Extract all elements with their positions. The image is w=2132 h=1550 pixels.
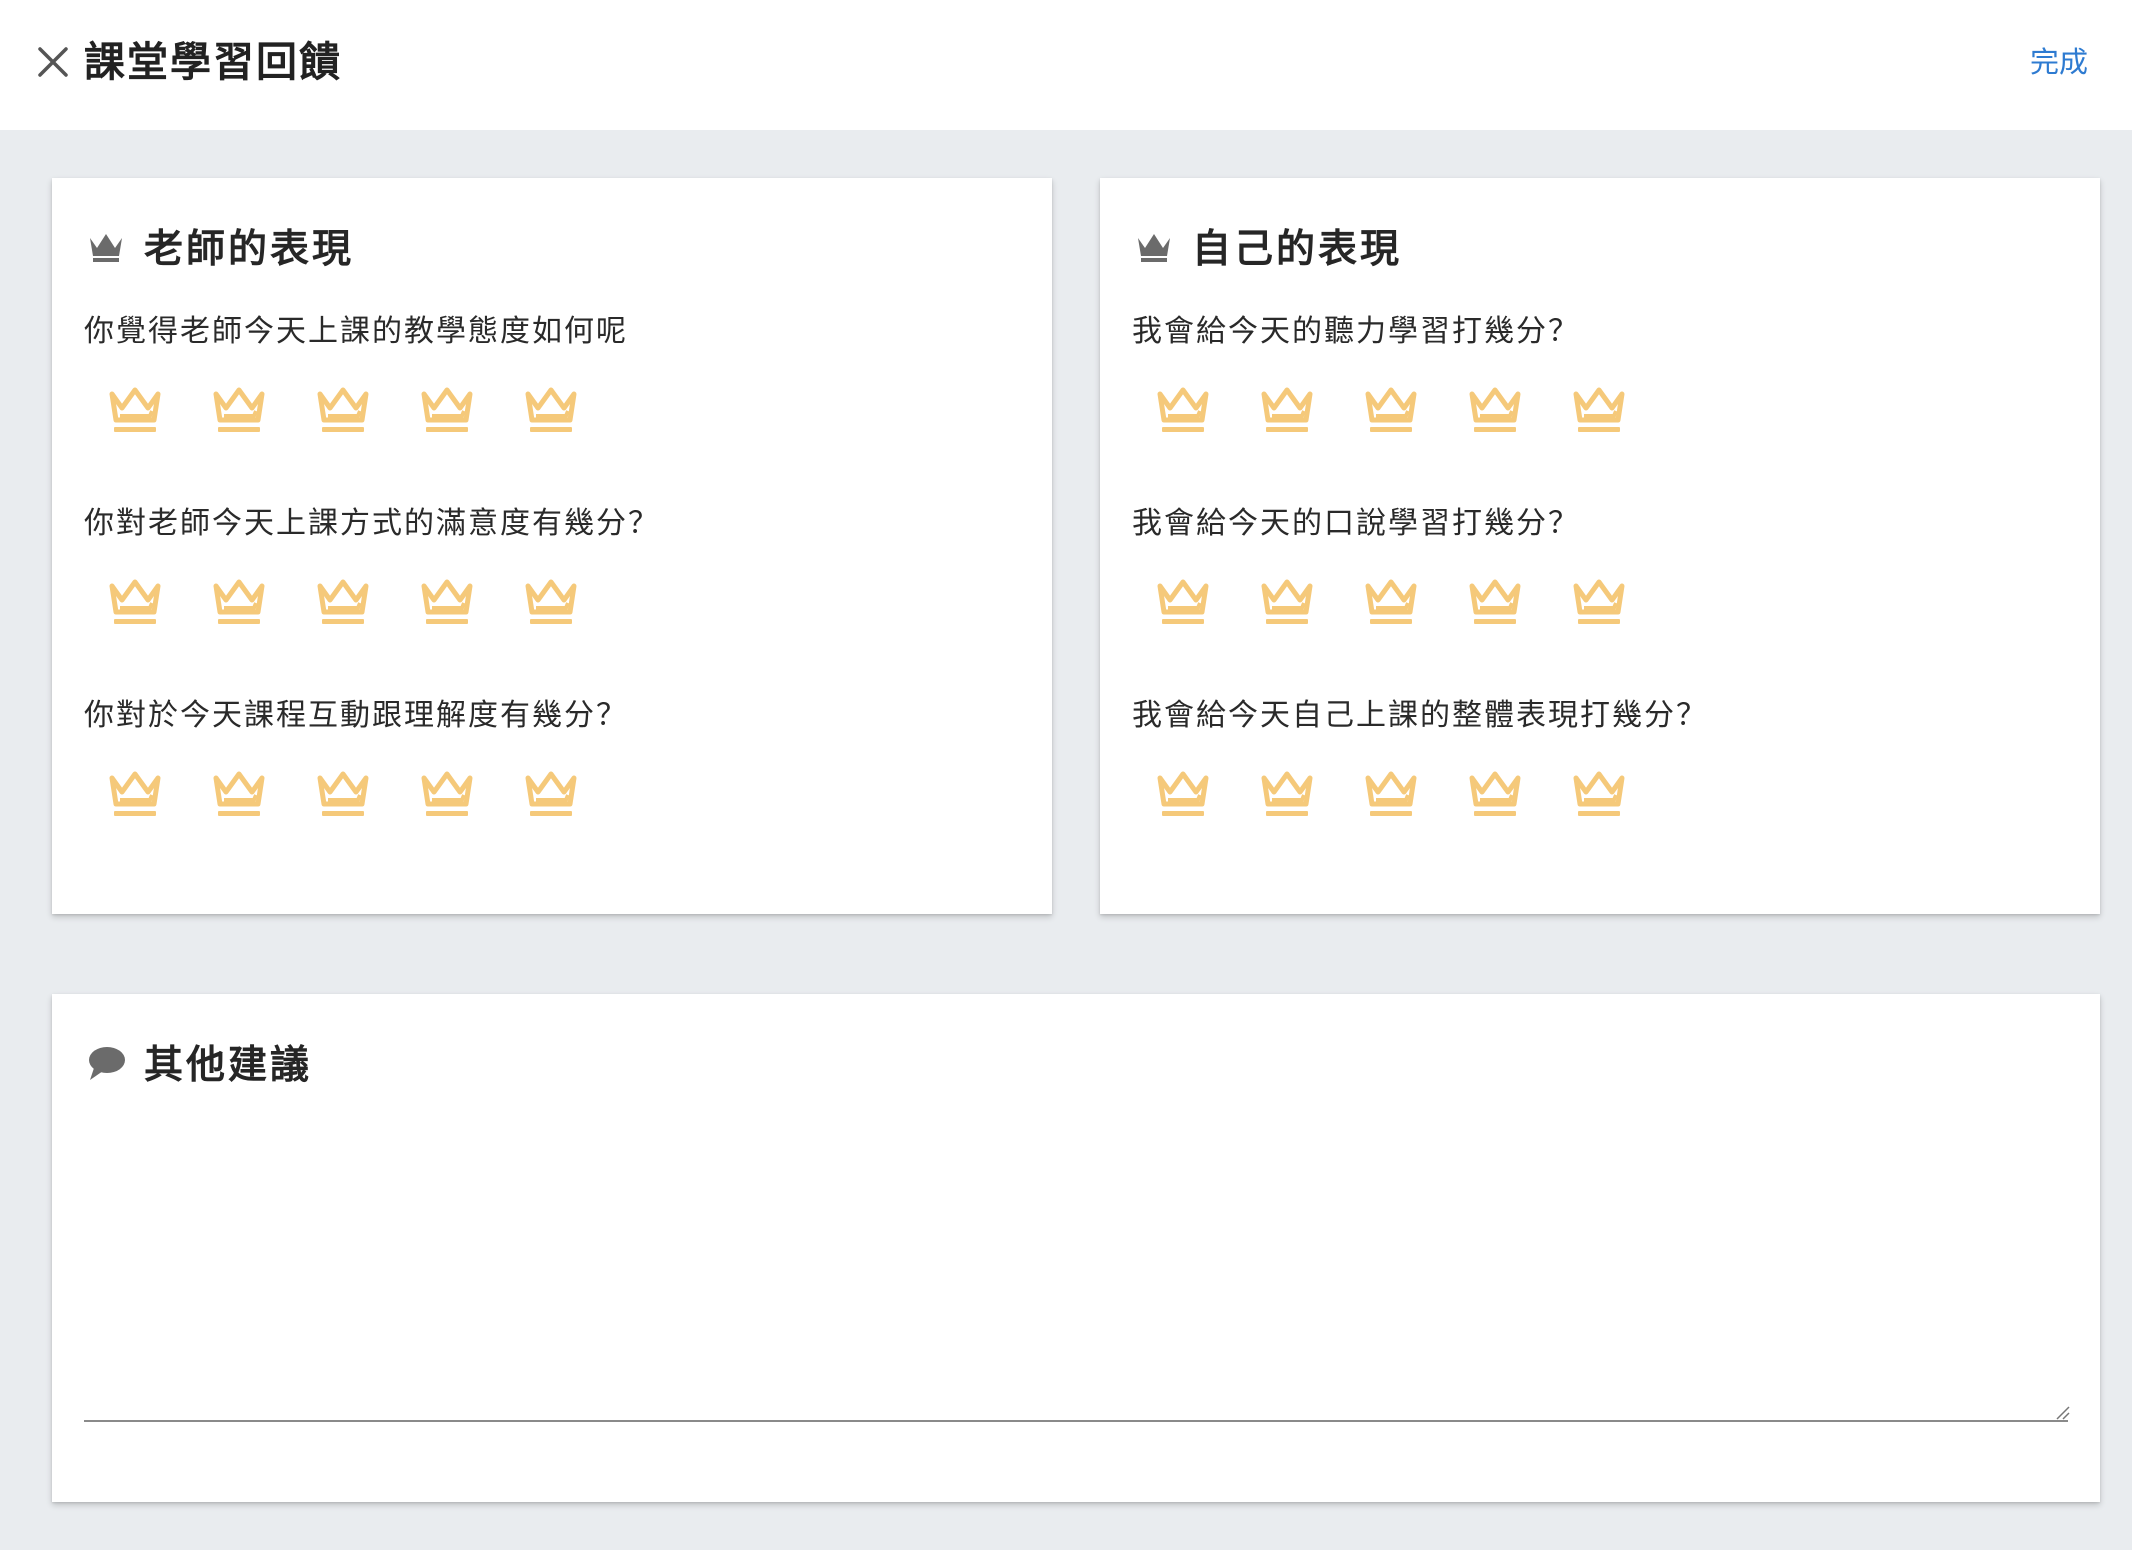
close-button[interactable] xyxy=(33,42,73,82)
question-label: 我會給今天的口說學習打幾分？ xyxy=(1132,506,1580,541)
resize-handle-icon[interactable] xyxy=(2054,1404,2070,1420)
crown-star-5[interactable] xyxy=(1570,578,1628,630)
crown-star-4[interactable] xyxy=(418,386,476,438)
crown-icon xyxy=(1138,234,1170,262)
crown-star-4[interactable] xyxy=(1466,386,1524,438)
close-icon[interactable] xyxy=(33,42,73,82)
card-title: 老師的表現 xyxy=(144,227,355,272)
top-bar: 課堂學習回饋 完成 xyxy=(0,0,2132,130)
crown-star-2[interactable] xyxy=(1258,386,1316,438)
crown-star-1[interactable] xyxy=(1154,578,1212,630)
crown-star-5[interactable] xyxy=(1570,770,1628,822)
crown-icon xyxy=(90,234,122,262)
crown-star-3[interactable] xyxy=(314,770,372,822)
question-label: 你覺得老師今天上課的教學態度如何呢 xyxy=(84,314,628,349)
crown-star-4[interactable] xyxy=(1466,770,1524,822)
crown-star-3[interactable] xyxy=(314,578,372,630)
question-label: 你對老師今天上課方式的滿意度有幾分？ xyxy=(84,506,660,541)
crown-star-4[interactable] xyxy=(418,770,476,822)
crown-star-4[interactable] xyxy=(1466,578,1524,630)
question-label: 你對於今天課程互動跟理解度有幾分？ xyxy=(84,698,628,733)
star-rating xyxy=(106,386,626,438)
crown-star-2[interactable] xyxy=(210,578,268,630)
question-label: 我會給今天自己上課的整體表現打幾分？ xyxy=(1132,698,1708,733)
star-rating xyxy=(1154,578,1674,630)
suggestion-textarea[interactable] xyxy=(84,1134,2068,1422)
crown-star-3[interactable] xyxy=(1362,386,1420,438)
star-rating xyxy=(1154,770,1674,822)
page-title: 課堂學習回饋 xyxy=(84,38,342,86)
crown-star-2[interactable] xyxy=(210,770,268,822)
other-suggestions-card: 其他建議 xyxy=(52,994,2100,1502)
crown-star-4[interactable] xyxy=(418,578,476,630)
crown-star-2[interactable] xyxy=(1258,578,1316,630)
done-button[interactable]: 完成 xyxy=(2030,42,2088,82)
chat-bubble-icon xyxy=(89,1047,125,1080)
crown-star-1[interactable] xyxy=(106,386,164,438)
card-title: 其他建議 xyxy=(144,1043,313,1088)
star-rating xyxy=(106,770,626,822)
crown-star-1[interactable] xyxy=(1154,770,1212,822)
crown-star-1[interactable] xyxy=(106,578,164,630)
crown-star-3[interactable] xyxy=(314,386,372,438)
crown-star-1[interactable] xyxy=(106,770,164,822)
star-rating xyxy=(106,578,626,630)
crown-star-1[interactable] xyxy=(1154,386,1212,438)
card-header: 自己的表現 xyxy=(1134,216,1402,276)
card-header: 老師的表現 xyxy=(86,216,354,276)
crown-star-2[interactable] xyxy=(210,386,268,438)
question-label: 我會給今天的聽力學習打幾分？ xyxy=(1132,314,1580,349)
teacher-performance-card: 老師的表現 你覺得老師今天上課的教學態度如何呢 你對老師今天上課方式的滿意度有幾… xyxy=(52,178,1052,914)
crown-star-5[interactable] xyxy=(522,770,580,822)
crown-star-2[interactable] xyxy=(1258,770,1316,822)
crown-star-3[interactable] xyxy=(1362,578,1420,630)
crown-star-5[interactable] xyxy=(522,578,580,630)
self-performance-card: 自己的表現 我會給今天的聽力學習打幾分？ 我會給今天的口說學習打幾分？ 我會給今… xyxy=(1100,178,2100,914)
crown-star-5[interactable] xyxy=(522,386,580,438)
card-header: 其他建議 xyxy=(86,1032,312,1092)
star-rating xyxy=(1154,386,1674,438)
card-title: 自己的表現 xyxy=(1192,227,1403,272)
crown-star-3[interactable] xyxy=(1362,770,1420,822)
crown-star-5[interactable] xyxy=(1570,386,1628,438)
